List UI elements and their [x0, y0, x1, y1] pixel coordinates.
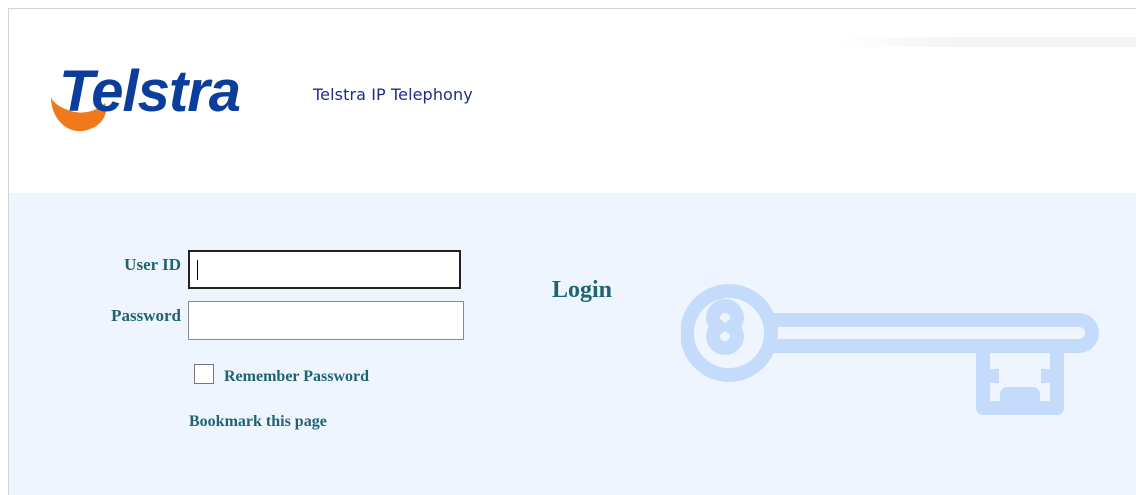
text-caret [197, 260, 198, 280]
user-id-input[interactable] [188, 250, 461, 289]
login-panel: User ID Password Remember Password Bookm… [9, 193, 1136, 495]
login-title: Login [552, 277, 613, 303]
remember-password-label[interactable]: Remember Password [224, 368, 369, 386]
password-label: Password [111, 306, 181, 325]
logo-text: Telstra [59, 59, 240, 124]
bookmark-link[interactable]: Bookmark this page [189, 413, 327, 431]
header-shade [839, 37, 1136, 47]
key-icon [681, 284, 1099, 415]
telstra-logo: Telstra [45, 59, 315, 139]
user-id-label: User ID [124, 255, 181, 274]
remember-password-checkbox[interactable] [194, 364, 214, 384]
page-frame: Telstra Telstra IP Telephony User ID Pas… [8, 8, 1136, 495]
password-input[interactable] [188, 301, 464, 340]
telstra-logo-mark: Telstra [51, 59, 241, 132]
product-name: Telstra IP Telephony [313, 85, 473, 104]
header: Telstra Telstra IP Telephony [9, 9, 1136, 193]
